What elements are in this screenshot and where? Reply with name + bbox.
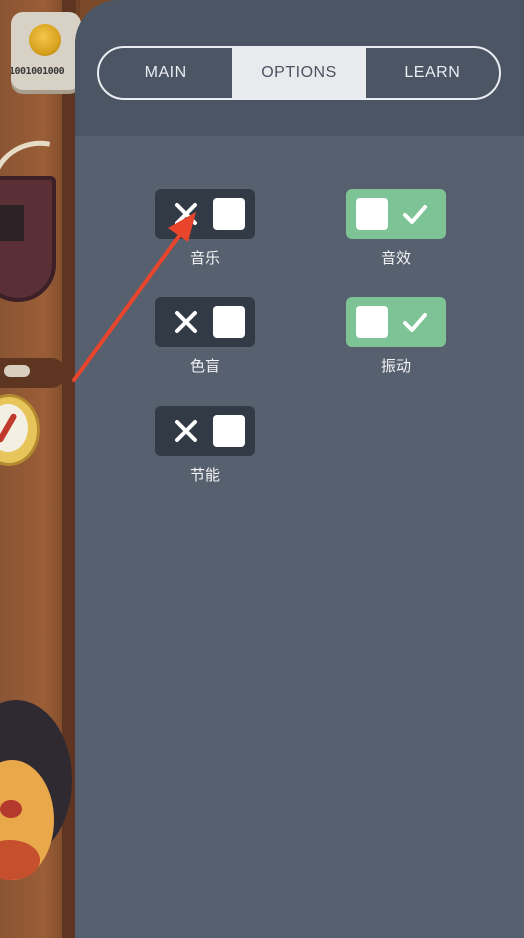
- coin-counter-value: 1001001000: [11, 66, 65, 77]
- x-icon: [175, 203, 197, 225]
- tab-bar: MAIN OPTIONS LEARN: [97, 46, 501, 100]
- sound-effects-label: 音效: [380, 249, 411, 267]
- option-colorblind: 色盲: [155, 297, 255, 376]
- option-power-saving: 节能: [155, 406, 255, 485]
- power-saving-toggle[interactable]: [155, 406, 255, 456]
- settings-panel: MAIN OPTIONS LEARN 音乐 音效 色盲 振动 节能: [75, 0, 524, 938]
- tab-options[interactable]: OPTIONS: [232, 48, 366, 98]
- vibration-label: 振动: [380, 357, 411, 375]
- colorblind-label: 色盲: [189, 357, 220, 375]
- option-sound-effects: 音效: [346, 189, 446, 268]
- character-cheek: [0, 800, 22, 818]
- tab-learn[interactable]: LEARN: [366, 48, 499, 98]
- sound-effects-toggle[interactable]: [346, 189, 446, 239]
- game-background: [0, 0, 80, 938]
- x-icon: [175, 420, 197, 442]
- music-toggle[interactable]: [155, 189, 255, 239]
- compass-icon: [0, 386, 40, 466]
- shelf-item: [4, 365, 30, 377]
- toggle-knob: [213, 198, 245, 230]
- option-vibration: 振动: [346, 297, 446, 376]
- coin-counter-tile[interactable]: 1001001000: [11, 12, 81, 90]
- tab-main[interactable]: MAIN: [99, 48, 232, 98]
- vibration-toggle[interactable]: [346, 297, 446, 347]
- coin-icon: [29, 24, 61, 56]
- shield-band: [0, 205, 24, 241]
- colorblind-toggle[interactable]: [155, 297, 255, 347]
- toggle-knob: [356, 306, 388, 338]
- music-label: 音乐: [189, 249, 220, 267]
- toggle-knob: [356, 198, 388, 230]
- option-music: 音乐: [155, 189, 255, 268]
- toggle-knob: [213, 306, 245, 338]
- power-saving-label: 节能: [189, 466, 220, 484]
- check-icon: [403, 205, 427, 224]
- toggle-knob: [213, 415, 245, 447]
- check-icon: [403, 313, 427, 332]
- x-icon: [175, 311, 197, 333]
- panel-header: MAIN OPTIONS LEARN: [75, 0, 524, 136]
